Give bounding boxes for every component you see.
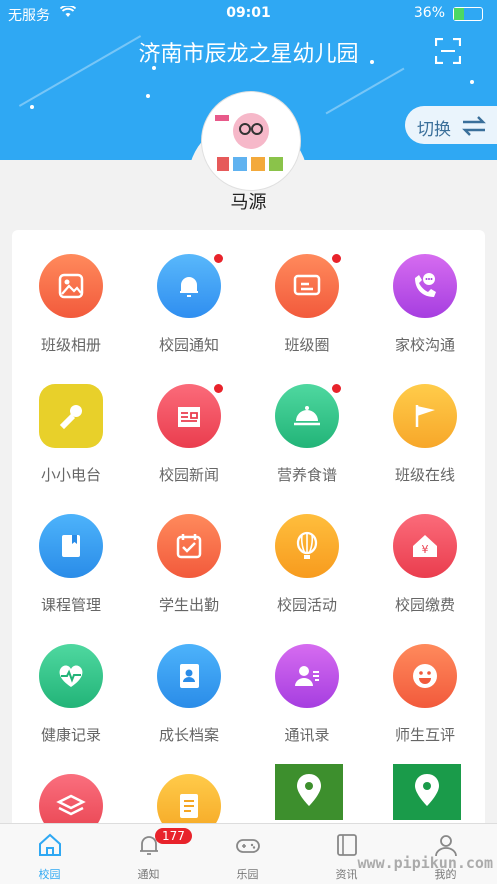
location-icon [393, 764, 461, 820]
grid-item-label: 师生互评 [394, 726, 455, 744]
tab-playground[interactable]: 乐园 [198, 824, 297, 884]
grid-item-label: 校园活动 [276, 596, 337, 614]
notification-dot [332, 254, 341, 263]
tab-campus-label: 校园 [38, 868, 61, 881]
grid-item-label: 学生出勤 [158, 596, 219, 614]
flag-icon [393, 384, 457, 448]
food-dome-icon [275, 384, 339, 448]
gamepad-icon [236, 839, 260, 853]
tab-notice[interactable]: 177 通知 [99, 824, 198, 884]
grid-item-14[interactable]: 成长档案 [130, 620, 248, 750]
notification-dot [332, 384, 341, 393]
notification-dot [214, 384, 223, 393]
grid-item-label: 校园新闻 [158, 466, 219, 484]
home-icon [39, 833, 61, 856]
user-name: 马源 [230, 192, 267, 213]
battery-icon [453, 7, 483, 21]
grid-item-label: 班级在线 [394, 466, 455, 484]
scan-icon[interactable] [435, 38, 461, 64]
swap-arrows-icon [462, 116, 486, 136]
grid-item-label: 营养食谱 [276, 466, 337, 484]
grid-item-5[interactable]: 小小电台 [12, 360, 130, 490]
grid-item-12[interactable]: ¥ 校园缴费 [366, 490, 484, 620]
grid-item-label: 校园通知 [158, 336, 219, 354]
grid-item-8[interactable]: 班级在线 [366, 360, 484, 490]
class-circle-icon [275, 254, 339, 318]
grid-item-3[interactable]: 班级圈 [248, 230, 366, 360]
grid-item-9[interactable]: 课程管理 [12, 490, 130, 620]
grid-item-label: 班级相册 [40, 336, 101, 354]
app-grid-card: 班级相册 校园通知 班级圈 家校沟通小小电台 校园新闻 营养食谱 班级在线课程管理 学生出勤 校… [12, 230, 485, 850]
grid-item-label: 家校沟通 [394, 336, 455, 354]
grid-item-15[interactable]: 通讯录 [248, 620, 366, 750]
balloon-icon [275, 514, 339, 578]
grid-item-label: 班级圈 [284, 336, 330, 354]
grid-item-label: 健康记录 [40, 726, 101, 744]
bell-icon [157, 254, 221, 318]
status-bar: 无服务 09:01 36% [0, 0, 497, 26]
grid-item-4[interactable]: 家校沟通 [366, 230, 484, 360]
heart-pulse-icon [39, 644, 103, 708]
book-icon [39, 514, 103, 578]
notification-dot [214, 254, 223, 263]
book-icon [337, 834, 357, 856]
photo-album-icon [39, 254, 103, 318]
grid-item-label: 小小电台 [40, 466, 101, 484]
switch-label: 切换 [417, 120, 451, 140]
grid-item-label: 通讯录 [284, 726, 330, 744]
tab-notice-label: 通知 [137, 868, 160, 881]
map-pin-icon [275, 764, 343, 820]
grid-item-label: 校园缴费 [394, 596, 455, 614]
grid-item-2[interactable]: 校园通知 [130, 230, 248, 360]
calendar-check-icon [157, 514, 221, 578]
microphone-icon [39, 384, 103, 448]
grid-item-6[interactable]: 校园新闻 [130, 360, 248, 490]
grid-item-11[interactable]: 校园活动 [248, 490, 366, 620]
grid-item-1[interactable]: 班级相册 [12, 230, 130, 360]
page-title: 济南市辰龙之星幼儿园 [138, 42, 359, 67]
avatar[interactable] [202, 92, 300, 190]
house-yuan-icon: ¥ [393, 514, 457, 578]
notice-badge: 177 [155, 828, 192, 844]
svg-text:¥: ¥ [422, 543, 429, 556]
smile-icon [393, 644, 457, 708]
contacts-icon [275, 644, 339, 708]
grid-item-label: 成长档案 [158, 726, 219, 744]
grid-item-16[interactable]: 师生互评 [366, 620, 484, 750]
watermark: www.pipikun.com [357, 854, 493, 872]
grid-item-7[interactable]: 营养食谱 [248, 360, 366, 490]
tab-playground-label: 乐园 [236, 868, 259, 881]
grid-item-label: 课程管理 [40, 596, 101, 614]
grid-item-13[interactable]: 健康记录 [12, 620, 130, 750]
profile-book-icon [157, 644, 221, 708]
grid-item-10[interactable]: 学生出勤 [130, 490, 248, 620]
newspaper-icon [157, 384, 221, 448]
battery-percent: 36% [413, 5, 445, 21]
chat-phone-icon [393, 254, 457, 318]
tab-campus[interactable]: 校园 [0, 824, 99, 884]
switch-button[interactable]: 切换 [405, 106, 497, 144]
